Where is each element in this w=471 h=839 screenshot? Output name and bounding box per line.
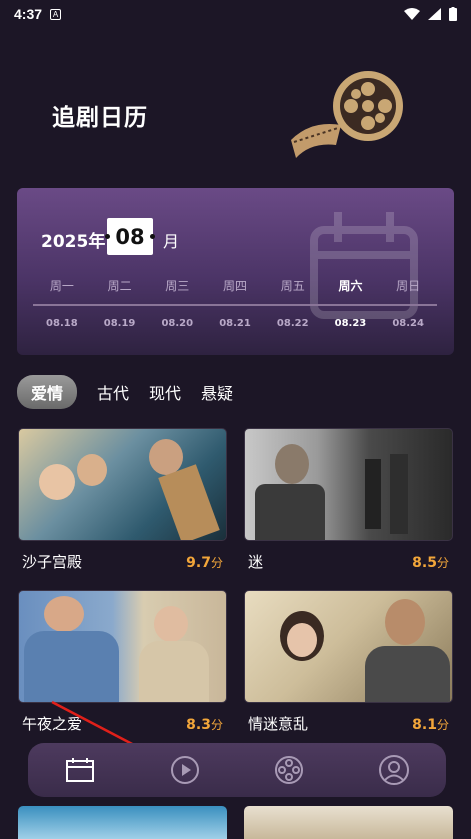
- page-title: 追剧日历: [52, 105, 148, 131]
- weekday-divider: [33, 304, 437, 306]
- tab-ancient[interactable]: 古代: [97, 376, 129, 408]
- calendar-month-picker[interactable]: 08: [105, 218, 155, 255]
- calendar-year: 2025年: [41, 232, 106, 252]
- nav-play[interactable]: [165, 750, 205, 790]
- drama-title: 沙子宫殿: [22, 553, 83, 571]
- drama-score: 8.5分: [412, 555, 449, 571]
- date-item-selected[interactable]: 08.23: [322, 318, 380, 329]
- drama-poster[interactable]: [244, 590, 453, 703]
- date-item[interactable]: 08.20: [148, 318, 206, 329]
- weekday-tue[interactable]: 周二: [91, 277, 149, 294]
- nav-profile[interactable]: [374, 750, 414, 790]
- signal-icon: [428, 8, 441, 20]
- drama-info: 迷 8.5分: [244, 551, 453, 572]
- nav-film[interactable]: [269, 750, 309, 790]
- calendar-month-unit: 月: [163, 232, 180, 251]
- play-icon: [170, 756, 199, 784]
- drama-poster-partial[interactable]: [18, 806, 227, 839]
- drama-poster[interactable]: [18, 428, 227, 541]
- date-item[interactable]: 08.18: [33, 318, 91, 329]
- drama-card[interactable]: 情迷意乱 8.1分: [244, 590, 453, 734]
- weekday-fri[interactable]: 周五: [264, 277, 322, 294]
- bottom-nav: [28, 743, 446, 797]
- drama-card[interactable]: 沙子宫殿 9.7分: [18, 428, 227, 572]
- nav-calendar[interactable]: [60, 750, 100, 790]
- date-item[interactable]: 08.19: [91, 318, 149, 329]
- date-item[interactable]: 08.24: [379, 318, 437, 329]
- film-reel-icon: [275, 756, 304, 784]
- drama-card[interactable]: 迷 8.5分: [244, 428, 453, 572]
- date-item[interactable]: 08.21: [206, 318, 264, 329]
- battery-icon: [449, 7, 457, 21]
- tab-modern[interactable]: 现代: [149, 376, 181, 408]
- drama-score: 8.1分: [412, 717, 449, 733]
- weekday-thu[interactable]: 周四: [206, 277, 264, 294]
- drama-info: 情迷意乱 8.1分: [244, 713, 453, 734]
- weekday-sun[interactable]: 周日: [379, 277, 437, 294]
- drama-poster[interactable]: [244, 428, 453, 541]
- wifi-icon: [404, 8, 420, 20]
- drama-info: 沙子宫殿 9.7分: [18, 551, 227, 572]
- drama-title: 迷: [248, 553, 264, 571]
- film-reel-illustration: [291, 71, 403, 158]
- calendar-icon: [66, 758, 95, 782]
- drama-poster[interactable]: [18, 590, 227, 703]
- profile-icon: [378, 755, 409, 785]
- drama-poster-partial[interactable]: [244, 806, 453, 839]
- genre-tabs: 爱情 古代 现代 悬疑: [17, 375, 233, 409]
- weekday-wed[interactable]: 周三: [148, 277, 206, 294]
- notification-icon: A: [50, 8, 62, 20]
- tab-romance[interactable]: 爱情: [17, 375, 78, 409]
- calendar-card: 2025年 08 月 周一 周二 周三 周四 周五 周六 周日 08.18 08…: [17, 188, 454, 355]
- status-time: 4:37: [14, 6, 43, 22]
- drama-score: 9.7分: [186, 555, 223, 571]
- date-row: 08.18 08.19 08.20 08.21 08.22 08.23 08.2…: [33, 318, 437, 329]
- weekday-mon[interactable]: 周一: [33, 277, 91, 294]
- drama-title: 情迷意乱: [248, 715, 309, 733]
- weekday-sat[interactable]: 周六: [322, 277, 380, 294]
- status-bar: 4:37 A: [0, 0, 471, 28]
- date-item[interactable]: 08.22: [264, 318, 322, 329]
- tab-mystery[interactable]: 悬疑: [201, 376, 233, 408]
- weekday-row: 周一 周二 周三 周四 周五 周六 周日: [33, 277, 437, 294]
- status-icons: [404, 7, 457, 21]
